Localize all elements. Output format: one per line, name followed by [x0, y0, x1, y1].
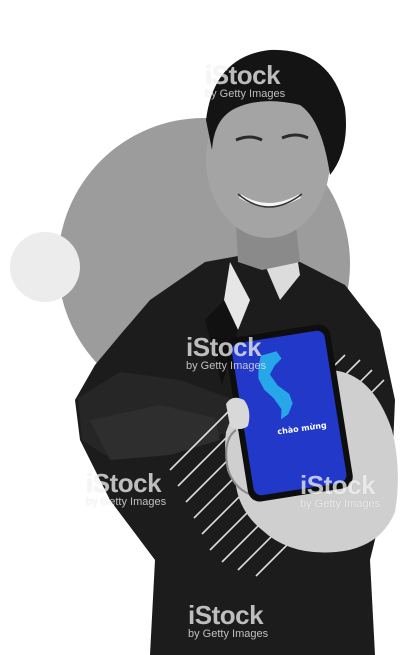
watermark-right: iStock by Getty Images — [300, 472, 380, 510]
watermark-brand: iStock — [186, 332, 262, 362]
watermark-credit: by Getty Images — [300, 498, 381, 510]
watermark-credit: by Getty Images — [188, 628, 269, 640]
watermark-left: iStock by Getty Images — [86, 470, 166, 508]
watermark-credit: by Getty Images — [186, 360, 267, 372]
watermark-bottom: iStock by Getty Images — [188, 602, 268, 640]
watermark-middle: iStock by Getty Images — [186, 334, 266, 372]
photo-stage: chào mừng iStock by Getty Images iStock … — [0, 0, 407, 655]
watermark-brand: iStock — [188, 600, 264, 630]
watermark-brand: iStock — [86, 468, 162, 498]
watermark-top: iStock by Getty Images — [205, 62, 285, 100]
watermark-brand: iStock — [300, 470, 376, 500]
hand-holding-phone — [225, 324, 398, 553]
watermark-credit: by Getty Images — [86, 496, 167, 508]
watermark-brand: iStock — [205, 60, 281, 90]
watermark-credit: by Getty Images — [205, 88, 286, 100]
